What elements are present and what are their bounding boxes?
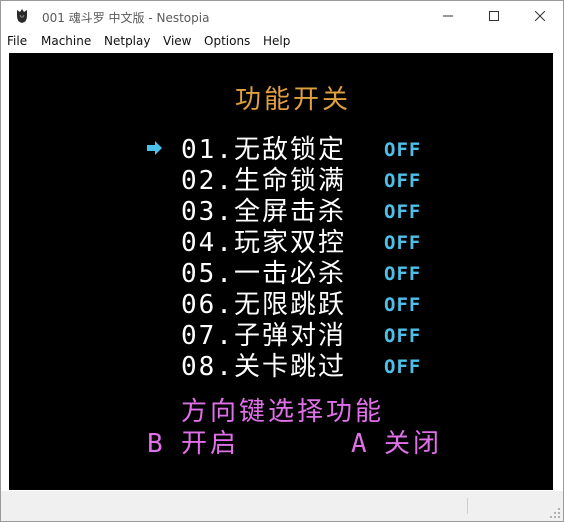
a-action-label: 关闭: [384, 429, 443, 459]
title-bar[interactable]: 001 魂斗罗 中文版 - Nestopia: [1, 1, 563, 31]
b-key-label: B: [147, 429, 166, 459]
cheat-option-state: OFF: [384, 294, 422, 316]
cheat-option-label: 04.玩家双控: [181, 228, 346, 258]
maximize-icon: [489, 11, 499, 21]
cheat-option-state: OFF: [384, 263, 422, 285]
cheat-option-state: OFF: [384, 139, 422, 161]
cheat-option-label: 01.无敌锁定: [181, 135, 346, 165]
a-key-label: A: [351, 429, 370, 459]
cheat-option-label: 06.无限跳跃: [181, 290, 346, 320]
menu-heading: 功能开关: [235, 85, 352, 115]
cheat-option-label: 07.子弹对消: [181, 321, 346, 351]
arrow-right-icon: [147, 141, 162, 155]
b-action-label: 开启: [181, 429, 240, 459]
game-screen[interactable]: 功能开关 01.无敌锁定 OFF 02.生命锁满 OFF 03.全屏击杀 OFF…: [9, 53, 553, 490]
cheat-option-state: OFF: [384, 170, 422, 192]
menu-bar: File Machine Netplay View Options Help: [1, 31, 563, 51]
minimize-icon: [443, 15, 453, 17]
minimize-button[interactable]: [425, 1, 471, 31]
status-divider: [467, 498, 468, 514]
menu-help[interactable]: Help: [263, 34, 290, 48]
cheat-option-label: 08.关卡跳过: [181, 352, 346, 382]
maximize-button[interactable]: [471, 1, 517, 31]
window-title: 001 魂斗罗 中文版 - Nestopia: [42, 11, 210, 25]
resize-grip-icon[interactable]: [550, 508, 560, 518]
cheat-option-state: OFF: [384, 356, 422, 378]
menu-machine[interactable]: Machine: [41, 34, 91, 48]
emulator-window: 001 魂斗罗 中文版 - Nestopia File Machine Netp…: [0, 0, 564, 522]
cheat-option-label: 05.一击必杀: [181, 259, 346, 289]
status-bar: [1, 491, 563, 521]
cheat-option-label: 02.生命锁满: [181, 166, 346, 196]
nestopia-app-icon: [17, 9, 27, 23]
menu-file[interactable]: File: [7, 34, 27, 48]
menu-view[interactable]: View: [163, 34, 191, 48]
cheat-option-state: OFF: [384, 232, 422, 254]
close-button[interactable]: [517, 1, 563, 31]
cheat-option-state: OFF: [384, 325, 422, 347]
close-icon: [535, 11, 545, 21]
menu-netplay[interactable]: Netplay: [104, 34, 150, 48]
control-hint: 方向键选择功能: [181, 397, 385, 427]
cheat-option-state: OFF: [384, 201, 422, 223]
cheat-option-label: 03.全屏击杀: [181, 197, 346, 227]
menu-options[interactable]: Options: [204, 34, 250, 48]
